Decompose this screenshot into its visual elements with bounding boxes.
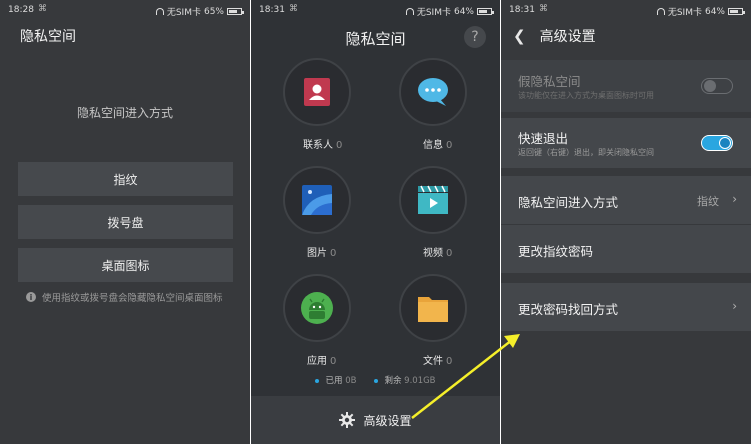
battery-text: 64% xyxy=(453,6,474,17)
quick-exit-label: 快速退出 xyxy=(518,131,569,146)
option-dialer-button[interactable]: 拨号盘 xyxy=(18,205,233,239)
status-time: 18:28 xyxy=(8,5,34,15)
wifi-icon xyxy=(405,8,414,15)
change-password-label: 更改指纹密码 xyxy=(518,244,594,259)
battery-icon xyxy=(728,8,745,15)
quick-exit-row: 快速退出 返回键（右键）退出，即关闭隐私空间 xyxy=(501,118,751,168)
change-password-row[interactable]: 更改指纹密码 xyxy=(501,225,751,273)
storage-info: 已用 0B 剩余 9.01GB xyxy=(251,374,500,386)
chevron-right-icon: › xyxy=(732,192,737,206)
app-label-video: 视频 0 xyxy=(423,248,453,259)
contacts-icon xyxy=(304,78,330,106)
advanced-settings-button[interactable]: 高级设置 xyxy=(251,396,500,444)
wifi-icon xyxy=(656,8,665,15)
carrier-text: 无SIM卡 xyxy=(416,8,451,18)
wifi-icon xyxy=(155,8,164,15)
fake-space-label: 假隐私空间 xyxy=(518,74,581,89)
app-files[interactable] xyxy=(399,274,467,342)
screen-private-space: 18:31 ⌘ 无SIM卡 64% 隐私空间 ? 联系人 0 信息 0 图片 0… xyxy=(251,0,500,444)
carrier-text: 无SIM卡 xyxy=(667,8,702,18)
fake-space-desc: 该功能仅在进入方式为桌面图标时可用 xyxy=(518,91,654,100)
quick-exit-desc: 返回键（右键）退出，即关闭隐私空间 xyxy=(518,148,654,157)
hint-text: 使用指纹或拨号盘会隐藏隐私空间桌面图标 xyxy=(42,293,223,304)
storage-free: 剩余 9.01GB xyxy=(374,374,436,386)
screen-advanced-settings: 18:31 ⌘ 无SIM卡 64% ❮ 高级设置 假隐私空间 该功能仅在进入方式… xyxy=(501,0,751,444)
status-bar: 18:31 ⌘ 无SIM卡 64% xyxy=(251,0,500,20)
app-label-files: 文件 0 xyxy=(423,356,453,367)
screen-entry-method: 18:28 ⌘ 无SIM卡 65% 隐私空间 隐私空间进入方式 指纹 拨号盘 桌… xyxy=(0,0,250,444)
page-title: 隐私空间 xyxy=(345,30,406,48)
section-subtitle: 隐私空间进入方式 xyxy=(76,106,173,120)
page-title: 高级设置 xyxy=(539,29,596,45)
app-label-contacts: 联系人 0 xyxy=(303,140,343,151)
gallery-icon xyxy=(302,185,332,215)
option-desktop-icon-button[interactable]: 桌面图标 xyxy=(18,248,233,282)
app-applications[interactable] xyxy=(283,274,351,342)
app-contacts[interactable] xyxy=(283,58,351,126)
recovery-label: 更改密码找回方式 xyxy=(518,302,619,317)
android-icon xyxy=(301,292,333,324)
fake-space-row: 假隐私空间 该功能仅在进入方式为桌面图标时可用 xyxy=(501,60,751,112)
fake-space-toggle[interactable] xyxy=(701,78,733,94)
app-video[interactable] xyxy=(399,166,467,234)
battery-text: 64% xyxy=(704,6,725,17)
app-label-gallery: 图片 0 xyxy=(307,248,337,259)
app-messages[interactable] xyxy=(399,58,467,126)
folder-icon xyxy=(418,297,448,322)
battery-icon xyxy=(477,8,494,15)
header: ❮ 高级设置 xyxy=(513,26,596,46)
chevron-right-icon: › xyxy=(732,299,737,313)
option-fingerprint-button[interactable]: 指纹 xyxy=(18,162,233,196)
status-time: 18:31 xyxy=(509,5,535,15)
app-label-applications: 应用 0 xyxy=(307,356,337,367)
page-title: 隐私空间 xyxy=(20,29,76,45)
nfc-icon: ⌘ xyxy=(289,4,298,14)
gear-icon xyxy=(339,412,356,428)
entry-method-label: 隐私空间进入方式 xyxy=(518,195,619,210)
quick-exit-toggle[interactable] xyxy=(701,135,733,151)
hint-note: i 使用指纹或拨号盘会隐藏隐私空间桌面图标 xyxy=(26,290,223,304)
battery-icon xyxy=(227,8,244,15)
entry-method-value: 指纹 xyxy=(697,195,719,208)
status-bar: 18:28 ⌘ 无SIM卡 65% xyxy=(0,0,250,20)
storage-used: 已用 0B xyxy=(315,374,356,386)
status-time: 18:31 xyxy=(259,5,285,15)
battery-text: 65% xyxy=(203,6,224,17)
app-gallery[interactable] xyxy=(283,166,351,234)
messages-icon xyxy=(418,78,448,106)
entry-method-row[interactable]: 隐私空间进入方式 指纹 › xyxy=(501,176,751,224)
recovery-row[interactable]: 更改密码找回方式 › xyxy=(501,283,751,331)
nfc-icon: ⌘ xyxy=(38,4,47,14)
status-bar: 18:31 ⌘ 无SIM卡 64% xyxy=(501,0,751,20)
info-icon: i xyxy=(26,292,36,302)
nfc-icon: ⌘ xyxy=(539,4,548,14)
back-arrow-icon[interactable]: ❮ xyxy=(513,27,526,45)
carrier-text: 无SIM卡 xyxy=(166,8,201,18)
help-icon[interactable]: ? xyxy=(464,26,486,48)
advanced-settings-label: 高级设置 xyxy=(363,413,412,428)
video-icon xyxy=(418,185,448,214)
app-label-messages: 信息 0 xyxy=(423,140,453,151)
